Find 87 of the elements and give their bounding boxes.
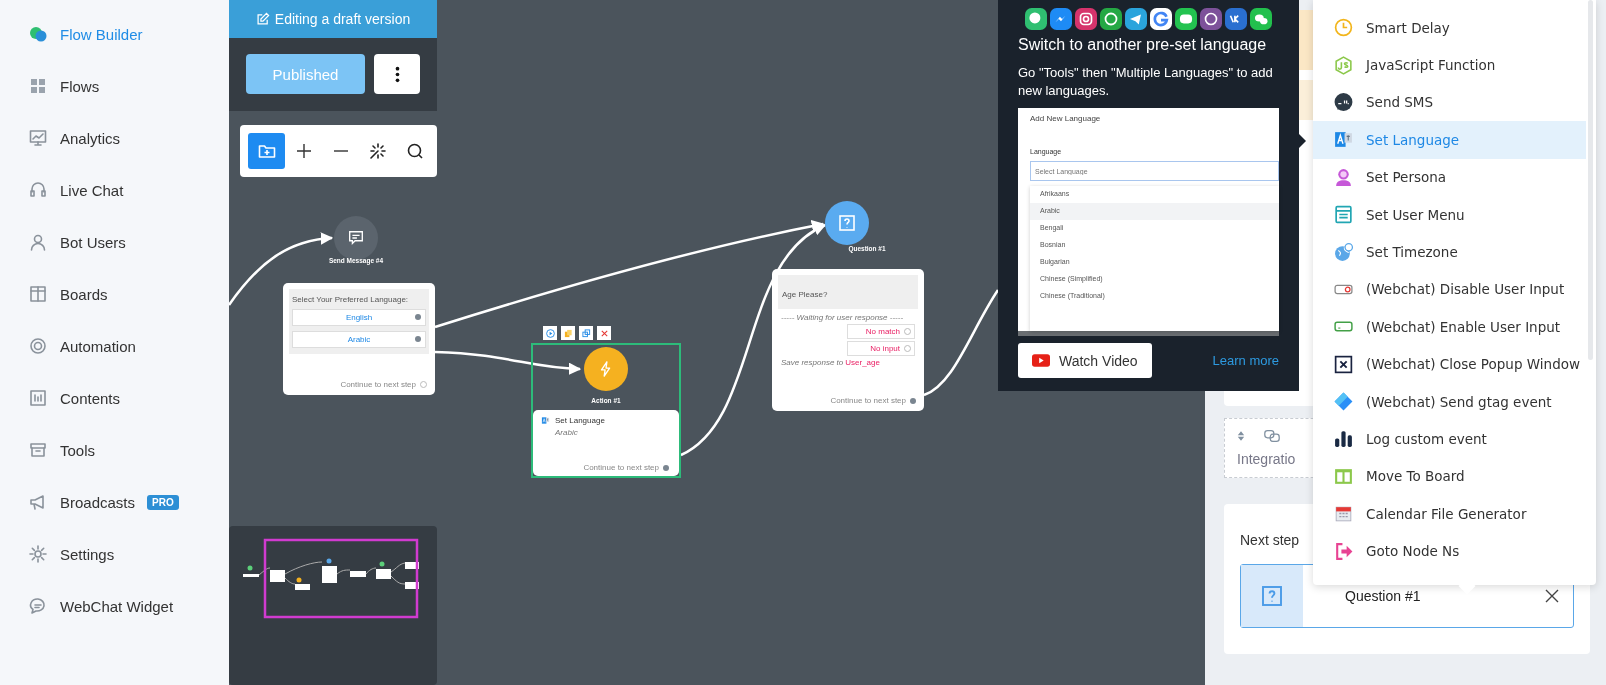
link-icon: [1263, 427, 1281, 445]
sidebar-item[interactable]: Boards: [0, 268, 229, 320]
sidebar-item[interactable]: Automation: [0, 320, 229, 372]
step-value: Arabic: [554, 428, 579, 437]
clock-icon: [1333, 17, 1354, 39]
save-label: Save response to: [781, 358, 844, 367]
learn-more-link[interactable]: Learn more: [1212, 353, 1279, 369]
waiting-label: ----- Waiting for user response -----: [781, 313, 905, 322]
dialog-title: Add New Language: [1029, 114, 1102, 124]
sidebar-item[interactable]: Contents: [0, 372, 229, 424]
banner-text: Editing a draft version: [274, 11, 411, 27]
question-card[interactable]: Age Please? ----- Waiting for user response ----- No match No input Save response to User_age Continue to next step: [772, 269, 924, 411]
sidebar-item[interactable]: Settings: [0, 528, 229, 580]
reply-button[interactable]: Arabic: [292, 331, 426, 348]
sidebar-item[interactable]: Tools: [0, 424, 229, 476]
duplicate-icon[interactable]: [579, 326, 593, 340]
video-play-icon: [1032, 354, 1050, 368]
headset-icon: [28, 180, 48, 200]
lightning-icon: [584, 347, 628, 391]
magic-wand-icon: [367, 141, 388, 161]
menu-item[interactable]: Set Timezone: [1313, 233, 1586, 271]
viewport-frame[interactable]: [263, 538, 419, 619]
menu-item[interactable]: (Webchat) Close Popup Window: [1313, 345, 1586, 383]
step-name: Set Language: [555, 416, 605, 425]
menu-item[interactable]: (Webchat) Disable User Input: [1313, 270, 1586, 309]
sidebar-item[interactable]: Broadcasts PRO: [0, 476, 229, 528]
translate-icon: [541, 416, 550, 425]
more-icon: [394, 65, 400, 83]
question-icon: [1260, 584, 1284, 608]
hexagon-icon: [1333, 54, 1354, 76]
menu-panel-icon: [1333, 204, 1354, 226]
continue-label: Continue to next step: [581, 459, 671, 472]
integration-label: Integratio: [1237, 451, 1297, 467]
message-node-icon[interactable]: [334, 216, 378, 260]
sidebar-item[interactable]: Live Chat: [0, 164, 229, 216]
tooltip-title: Switch to another pre-set language: [1018, 36, 1268, 54]
variable-link[interactable]: User_age: [845, 358, 880, 367]
sidebar-item[interactable]: Analytics: [0, 112, 229, 164]
more-button[interactable]: [374, 54, 420, 94]
delete-icon[interactable]: [597, 326, 611, 340]
watch-video-button[interactable]: Watch Video: [1018, 343, 1152, 379]
menu-item[interactable]: (Webchat) Send gtag event: [1313, 382, 1586, 421]
menu-item[interactable]: Smart Delay: [1313, 9, 1586, 47]
close-icon[interactable]: [1545, 589, 1559, 603]
output-option[interactable]: No input: [847, 341, 915, 356]
reply-button[interactable]: English: [292, 309, 426, 326]
diamond-icon: [1333, 391, 1354, 413]
ring-icon: [28, 336, 48, 356]
edit-icon: [255, 12, 270, 26]
sidebar-item[interactable]: WebChat Widget: [0, 580, 229, 632]
menu-item[interactable]: Send SMS: [1313, 83, 1586, 122]
close-icon: [1333, 353, 1354, 375]
menu-item[interactable]: Calendar File Generator: [1313, 495, 1586, 533]
next-step-value: Question #1: [1345, 588, 1421, 604]
sms-bubble-icon: [1333, 91, 1354, 113]
message-card[interactable]: Select Your Preferred Language: English Arabic Continue to next step: [283, 283, 435, 395]
menu-item[interactable]: Set Persona: [1313, 158, 1586, 196]
question-text: Age Please?: [782, 290, 828, 299]
columns-icon: [28, 284, 48, 304]
continue-label: Continue to next step: [828, 392, 918, 405]
question-icon[interactable]: [825, 201, 869, 245]
menu-item[interactable]: JavaScript Function: [1313, 46, 1586, 84]
gear-icon: [28, 544, 48, 564]
continue-label: Continue to next step: [338, 376, 429, 389]
play-icon[interactable]: [543, 326, 557, 340]
pro-badge: PRO: [147, 494, 179, 510]
bar-chart-icon: [1333, 428, 1354, 450]
menu-item[interactable]: Set User Menu: [1313, 195, 1586, 234]
chat-bubble-icon: [28, 596, 48, 616]
message-text: Select Your Preferred Language:: [292, 295, 410, 304]
globe-icon: [1333, 241, 1354, 263]
chart-icon: [28, 128, 48, 148]
output-option[interactable]: No match: [847, 324, 915, 339]
box-icon: [28, 440, 48, 460]
sidebar-item[interactable]: Flows: [0, 60, 229, 112]
tooltip-description: Go "Tools" then "Multiple Languages" to add new languages.: [1018, 64, 1274, 101]
next-step-label: Next step: [1240, 532, 1301, 548]
chat-icon: [28, 24, 48, 44]
grid-icon: [28, 76, 48, 96]
user-icon: [28, 232, 48, 252]
panel-icon: [28, 388, 48, 408]
menu-item[interactable]: (Webchat) Enable User Input: [1313, 308, 1586, 346]
sidebar-item[interactable]: Bot Users: [0, 216, 229, 268]
goto-icon: [1333, 540, 1354, 562]
person-icon: [1333, 166, 1354, 188]
sort-icon: [1237, 430, 1245, 442]
add-folder-button[interactable]: [248, 133, 285, 169]
